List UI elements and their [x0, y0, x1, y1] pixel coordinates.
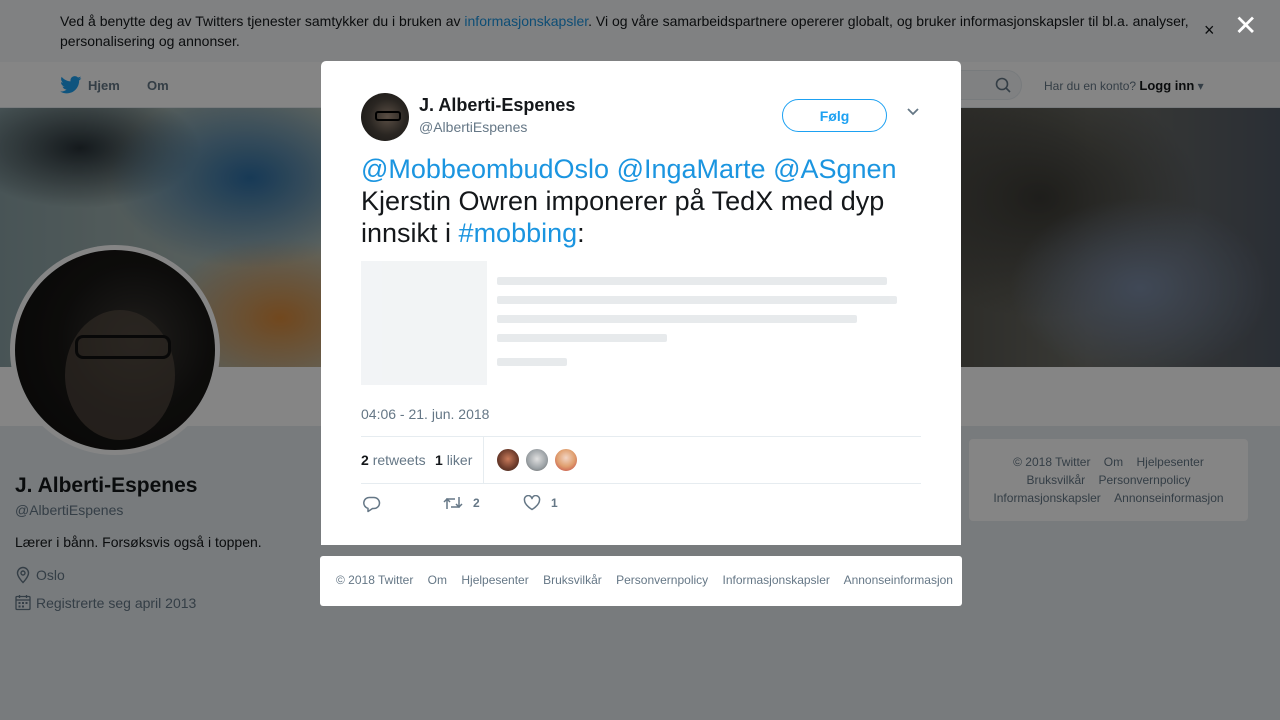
footer-link-about[interactable]: Om: [428, 573, 447, 587]
mention-link[interactable]: @MobbeombudOslo: [361, 154, 609, 184]
tweet-stats: 2 retweets 1 liker: [361, 436, 921, 484]
like-button[interactable]: 1: [523, 495, 558, 511]
footer-link-cookies[interactable]: Informasjonskapsler: [723, 573, 830, 587]
footer-link-help[interactable]: Hjelpesenter: [461, 573, 528, 587]
reply-button[interactable]: [363, 495, 381, 513]
mention-link[interactable]: @IngaMarte: [617, 154, 766, 184]
chevron-down-icon[interactable]: [906, 107, 920, 117]
retweet-count: 2: [473, 496, 480, 510]
follow-button[interactable]: Følg: [782, 99, 887, 132]
hashtag-link[interactable]: #mobbing: [459, 218, 578, 248]
footer-link-ads-info[interactable]: Annonseinformasjon: [844, 573, 953, 587]
tweet-author-name[interactable]: J. Alberti-Espenes: [419, 95, 575, 116]
footer-link-terms[interactable]: Bruksvilkår: [543, 573, 602, 587]
modal-footer: © 2018 Twitter Om Hjelpesenter Bruksvilk…: [320, 556, 962, 606]
tweet-text: @MobbeombudOslo @IngaMarte @ASgnen Kjers…: [361, 154, 897, 248]
mention-link[interactable]: @ASgnen: [773, 154, 897, 184]
link-preview-card[interactable]: [361, 261, 921, 385]
retweet-button[interactable]: 2: [443, 495, 480, 511]
liker-avatar[interactable]: [496, 448, 520, 472]
footer-link-privacy[interactable]: Personvernpolicy: [616, 573, 708, 587]
liker-avatar[interactable]: [525, 448, 549, 472]
likes-stat[interactable]: 1 liker: [435, 452, 472, 468]
tweet-timestamp[interactable]: 04:06 - 21. jun. 2018: [361, 406, 489, 422]
tweet-author-avatar[interactable]: [361, 93, 409, 141]
tweet-author-handle[interactable]: @AlbertiEspenes: [419, 119, 527, 135]
tweet-actions: 2 1: [361, 495, 921, 519]
stats-divider: [483, 437, 484, 483]
footer-copyright: © 2018 Twitter: [336, 573, 414, 587]
retweets-stat[interactable]: 2 retweets: [361, 452, 426, 468]
liker-avatar[interactable]: [554, 448, 578, 472]
link-preview-image: [361, 261, 487, 385]
heart-icon: [523, 495, 541, 511]
reply-icon: [363, 496, 381, 513]
tweet-modal: J. Alberti-Espenes @AlbertiEspenes Følg …: [321, 61, 961, 545]
retweet-icon: [443, 497, 463, 509]
close-modal-button[interactable]: ✕: [1234, 12, 1257, 40]
like-count: 1: [551, 496, 558, 510]
